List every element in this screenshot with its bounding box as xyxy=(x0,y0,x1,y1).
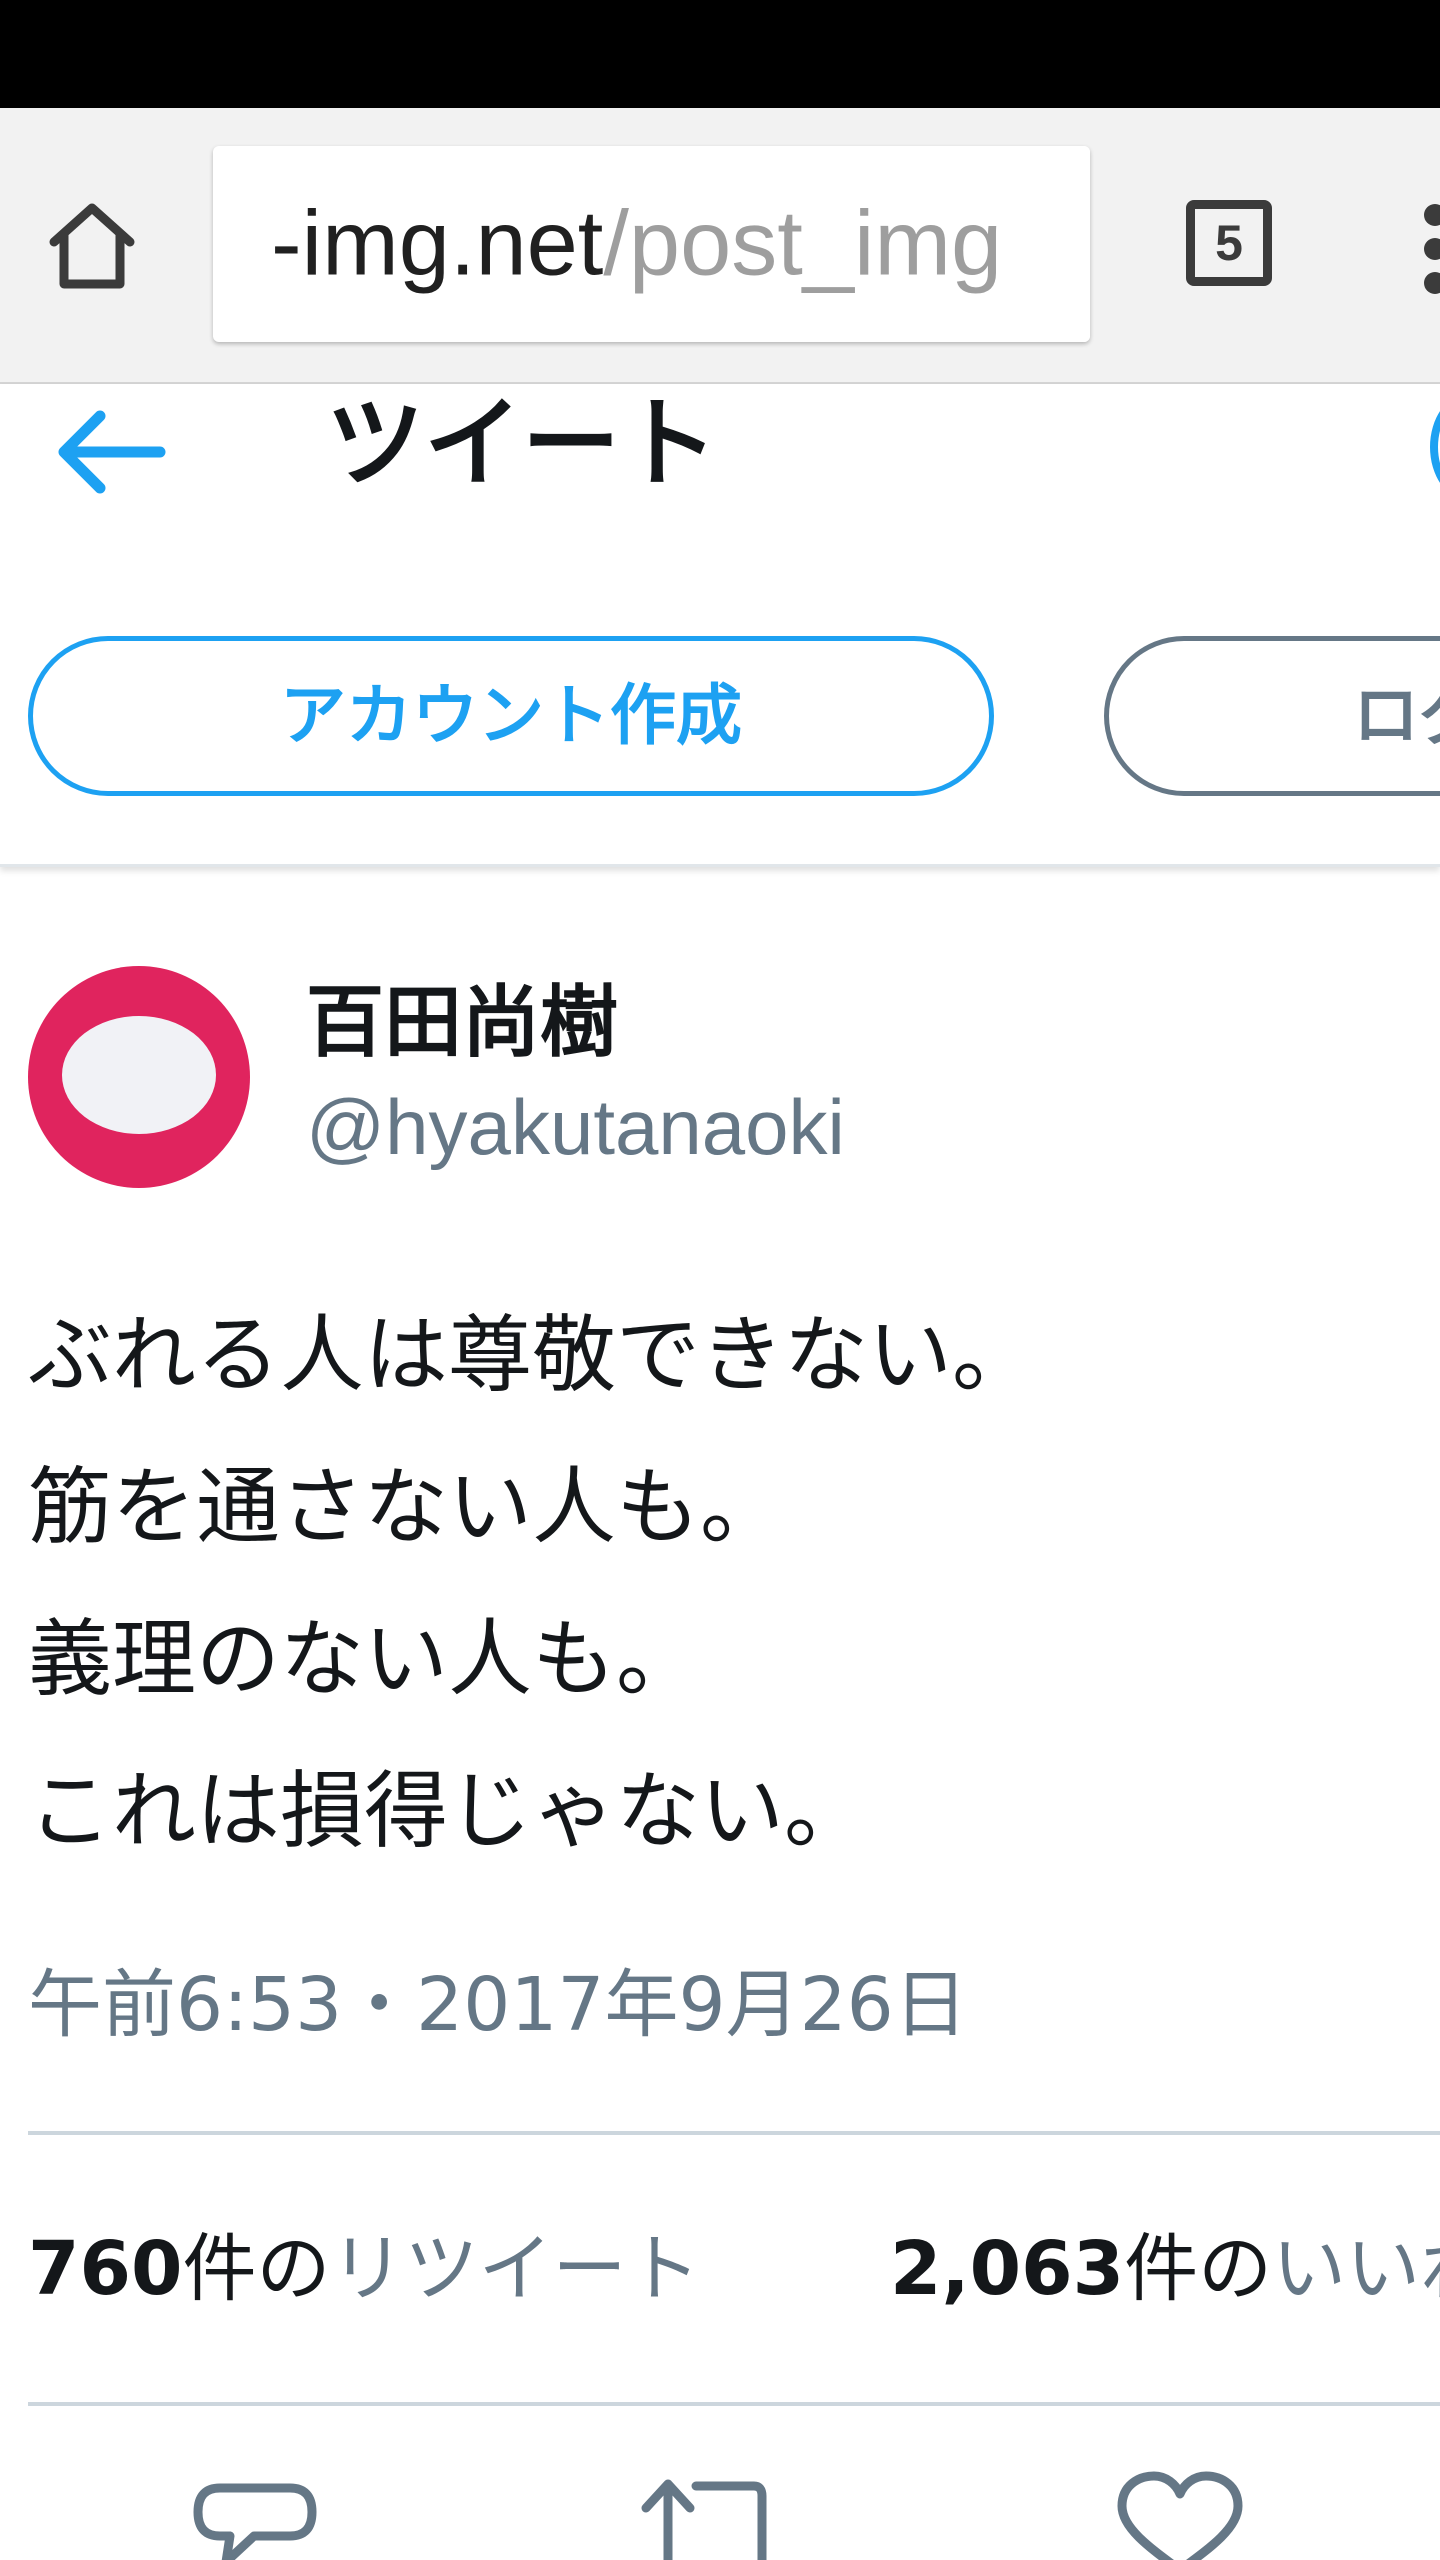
divider xyxy=(28,2402,1440,2406)
retweet-stat[interactable]: 760件のリツイート xyxy=(28,2214,700,2324)
like-unit: 件の xyxy=(1124,2226,1273,2312)
retweet-icon[interactable] xyxy=(636,2470,776,2560)
tweet-stats: 760件のリツイート 2,063件のいいね xyxy=(28,2214,1440,2324)
tabs-count-icon[interactable]: 5 xyxy=(1186,200,1272,286)
reply-icon[interactable] xyxy=(190,2470,320,2560)
create-account-button[interactable]: アカウント作成 xyxy=(28,636,994,796)
user-handle[interactable]: @hyakutanaoki xyxy=(306,1072,845,1182)
tweet-line: ぶれる人は尊敬できない。 xyxy=(28,1306,1037,1404)
browser-toolbar: -img.net/post_img 5 xyxy=(0,108,1440,384)
menu-dot xyxy=(1424,204,1440,226)
url-text: -img.net/post_img xyxy=(271,192,1002,297)
address-bar[interactable]: -img.net/post_img xyxy=(213,146,1090,342)
overflow-menu-icon[interactable] xyxy=(1424,204,1440,294)
menu-dot xyxy=(1424,238,1440,260)
like-icon[interactable] xyxy=(1110,2470,1250,2560)
tweet-timestamp[interactable]: 午前6:53・2017年9月26日 xyxy=(28,1950,968,2060)
like-label: いいね xyxy=(1272,2226,1440,2312)
url-domain: -img.net xyxy=(271,192,604,295)
login-button[interactable]: ログ xyxy=(1104,636,1440,796)
retweet-label: リツイート xyxy=(330,2226,701,2312)
retweet-count: 760 xyxy=(28,2226,183,2312)
avatar[interactable] xyxy=(28,966,250,1188)
page: -img.net/post_img 5 ツイート アカウント作成 ログ 百田尚樹… xyxy=(0,0,1440,2560)
compose-icon[interactable] xyxy=(1430,394,1440,500)
like-count: 2,063 xyxy=(890,2226,1125,2312)
like-stat[interactable]: 2,063件のいいね xyxy=(890,2214,1440,2324)
display-name[interactable]: 百田尚樹 xyxy=(306,968,618,1078)
home-icon[interactable] xyxy=(42,196,142,296)
tweet-line: 筋を通さない人も。 xyxy=(28,1458,785,1556)
divider xyxy=(28,2131,1440,2135)
back-arrow-icon[interactable] xyxy=(52,402,167,502)
page-title: ツイート xyxy=(326,387,719,501)
menu-dot xyxy=(1424,272,1440,294)
status-bar xyxy=(0,0,1440,108)
url-fade xyxy=(1030,146,1090,342)
tweet-line: これは損得じゃない。 xyxy=(28,1762,869,1860)
avatar-shape xyxy=(62,1016,216,1134)
retweet-unit: 件の xyxy=(182,2226,331,2312)
tweet-text: ぶれる人は尊敬できない。 筋を通さない人も。 義理のない人も。 これは損得じゃな… xyxy=(28,1290,1408,1898)
tweet-line: 義理のない人も。 xyxy=(28,1610,701,1708)
url-path: /post_img xyxy=(603,192,1003,295)
twitter-header: ツイート アカウント作成 ログ xyxy=(0,384,1440,867)
